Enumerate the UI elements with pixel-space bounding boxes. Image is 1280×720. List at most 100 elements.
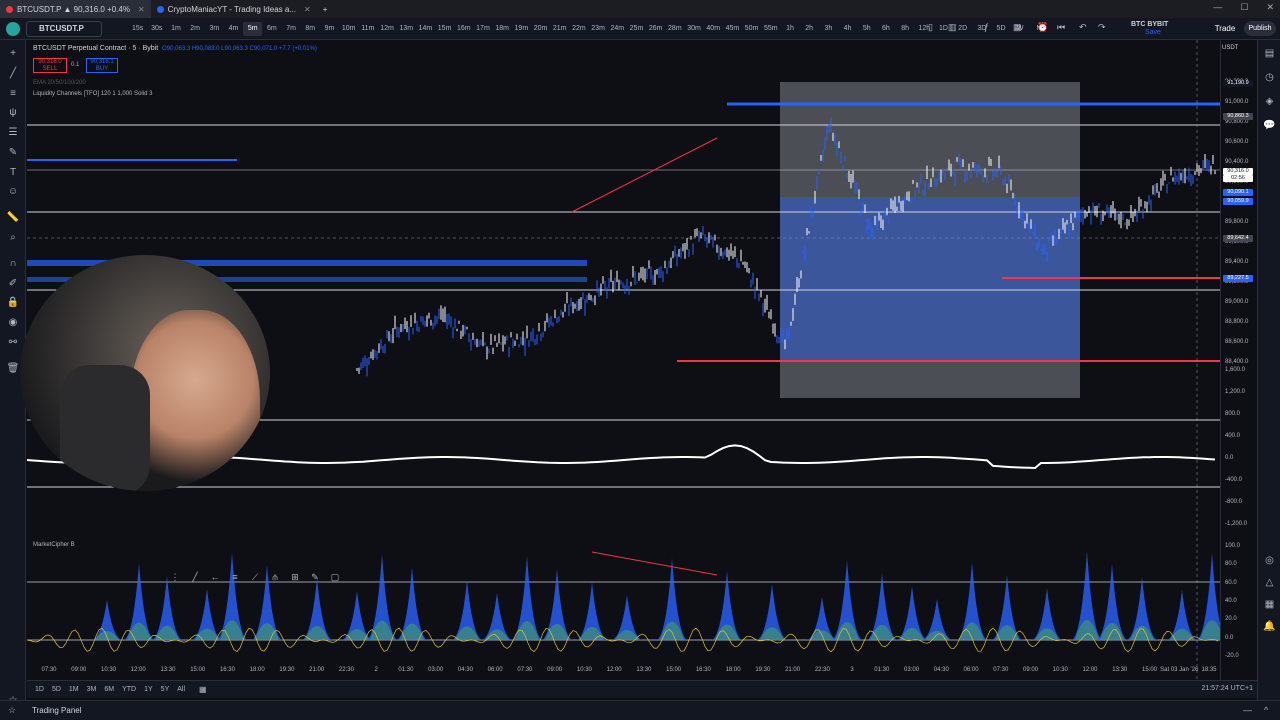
emoji-icon[interactable]: ☺	[0, 186, 26, 197]
expand-panel-icon[interactable]: ^	[1264, 705, 1268, 715]
range-1M[interactable]: 1M	[65, 686, 83, 693]
arrow-tool-icon[interactable]: ←	[207, 572, 223, 582]
timeframe-4h[interactable]: 4h	[838, 22, 857, 36]
timeframe-6h[interactable]: 6h	[876, 22, 895, 36]
timeframe-1m[interactable]: 1m	[166, 22, 185, 36]
gann-tool-icon[interactable]: ⊞	[287, 572, 303, 583]
fib-icon[interactable]: ☰	[0, 127, 26, 138]
chart-type-icon[interactable]: ▥	[948, 22, 957, 33]
timeframe-15s[interactable]: 15s	[128, 22, 147, 36]
close-icon[interactable]: ✕	[304, 5, 311, 14]
rect-tool-icon[interactable]: ▢	[327, 572, 343, 583]
timeframe-1h[interactable]: 1h	[780, 22, 799, 36]
range-3M[interactable]: 3M	[83, 686, 101, 693]
calendar-icon[interactable]: ▦	[199, 685, 207, 694]
exchange-selector[interactable]: BTC BYBIT Save	[1131, 21, 1168, 37]
new-tab-button[interactable]: +	[317, 0, 334, 18]
pattern-tool-icon[interactable]: ⟋	[247, 572, 263, 583]
lock-icon[interactable]: 🔒	[0, 297, 26, 308]
timeframe-6m[interactable]: 6m	[262, 22, 281, 36]
timeframe-9m[interactable]: 9m	[320, 22, 339, 36]
symbol-search-input[interactable]: BTCUSDT.P	[26, 20, 102, 37]
fork-tool-icon[interactable]: ⫛	[267, 572, 283, 583]
price-axis[interactable]: 91,200.091,000.090,800.090,600.090,400.0…	[1220, 40, 1257, 680]
watchlist-icon[interactable]: ▤	[1258, 48, 1280, 59]
timeframe-30s[interactable]: 30s	[147, 22, 166, 36]
timeframe-17m[interactable]: 17m	[473, 22, 492, 36]
ruler-icon[interactable]: 📏	[0, 212, 26, 223]
timeframe-50m[interactable]: 50m	[742, 22, 761, 36]
replay-icon[interactable]: ⏮	[1057, 22, 1065, 33]
range-All[interactable]: All	[173, 686, 189, 693]
range-5Y[interactable]: 5Y	[157, 686, 174, 693]
liquidity-indicator-label[interactable]: Liquidity Channels [TFO] 120 1 1,000 Sol…	[33, 91, 152, 97]
timeframe-14m[interactable]: 14m	[416, 22, 435, 36]
timeframe-30m[interactable]: 30m	[684, 22, 703, 36]
timeframe-20m[interactable]: 20m	[531, 22, 550, 36]
publish-button[interactable]: Publish	[1244, 21, 1276, 36]
candles-icon[interactable]: ▯	[928, 22, 933, 33]
eye-icon[interactable]: ◉	[0, 317, 26, 328]
timeframe-5h[interactable]: 5h	[857, 22, 876, 36]
calendar-icon[interactable]: ▦	[1258, 599, 1280, 610]
timeframe-2m[interactable]: 2m	[186, 22, 205, 36]
buy-button[interactable]: 90,316.1 BUY	[86, 58, 118, 73]
timeframe-10m[interactable]: 10m	[339, 22, 358, 36]
timeframe-40m[interactable]: 40m	[704, 22, 723, 36]
timeframe-16m[interactable]: 16m	[454, 22, 473, 36]
timeframe-5D[interactable]: 5D	[991, 22, 1010, 36]
timeframe-22m[interactable]: 22m	[569, 22, 588, 36]
timeframe-25m[interactable]: 25m	[627, 22, 646, 36]
minimize-panel-icon[interactable]: —	[1243, 705, 1252, 715]
lines-tool-icon[interactable]: ≡	[227, 572, 243, 582]
zoom-icon[interactable]: ⌕	[0, 232, 26, 243]
timeframe-26m[interactable]: 26m	[646, 22, 665, 36]
timeframe-13m[interactable]: 13m	[397, 22, 416, 36]
timeframe-19m[interactable]: 19m	[512, 22, 531, 36]
timeframe-11m[interactable]: 11m	[358, 22, 377, 36]
timeframe-28m[interactable]: 28m	[665, 22, 684, 36]
timeframe-18m[interactable]: 18m	[493, 22, 512, 36]
range-YTD[interactable]: YTD	[118, 686, 140, 693]
sell-button[interactable]: 90,316.0 SELL	[33, 58, 67, 73]
drag-handle-icon[interactable]: ⋮	[167, 572, 183, 583]
layers-icon[interactable]: ◈	[1258, 96, 1280, 107]
trendline-icon[interactable]: ╱	[0, 68, 26, 79]
timeframe-4m[interactable]: 4m	[224, 22, 243, 36]
currency-label[interactable]: USDT	[1222, 45, 1238, 51]
maximize-icon[interactable]: ☐	[1240, 2, 1248, 13]
timeframe-21m[interactable]: 21m	[550, 22, 569, 36]
ema-indicator-label[interactable]: EMA 20/50/100/200	[33, 80, 86, 86]
timeframe-3h[interactable]: 3h	[819, 22, 838, 36]
timeframe-8m[interactable]: 8m	[301, 22, 320, 36]
star-icon[interactable]: ☆	[8, 705, 16, 716]
timeframe-15m[interactable]: 15m	[435, 22, 454, 36]
timeframe-55m[interactable]: 55m	[761, 22, 780, 36]
time-axis[interactable]: 07:30 09:00 10:30 12:00 13:30 15:00 16:30 18:00…	[27, 664, 1220, 676]
notifications-icon[interactable]: 🔔	[1258, 621, 1280, 632]
target-icon[interactable]: ◎	[1258, 555, 1280, 566]
alerts-clock-icon[interactable]: ◷	[1258, 72, 1280, 83]
range-6M[interactable]: 6M	[100, 686, 118, 693]
timeframe-2h[interactable]: 2h	[800, 22, 819, 36]
timeframe-24m[interactable]: 24m	[608, 22, 627, 36]
ideas-icon[interactable]: △	[1258, 577, 1280, 588]
text-icon[interactable]: T	[0, 167, 26, 178]
timeframe-23m[interactable]: 23m	[589, 22, 608, 36]
clock[interactable]: 21:57:24 UTC+1	[1201, 685, 1253, 692]
chat-icon[interactable]: 💬	[1258, 120, 1280, 131]
alert-icon[interactable]: ⏰	[1037, 22, 1048, 33]
logo-icon[interactable]	[6, 22, 20, 36]
line-tool-icon[interactable]: ╱	[187, 572, 203, 583]
redo-icon[interactable]: ↷	[1098, 22, 1106, 33]
layout-icon[interactable]: ▦	[1013, 22, 1022, 33]
timeframe-12m[interactable]: 12m	[377, 22, 396, 36]
timeframe-8h[interactable]: 8h	[896, 22, 915, 36]
timeframe-45m[interactable]: 45m	[723, 22, 742, 36]
browser-tab-chart[interactable]: BTCUSDT.P ▲ 90,316.0 +0.4% ✕	[0, 0, 151, 18]
close-icon[interactable]: ✕	[1266, 2, 1274, 13]
timeframe-5m[interactable]: 5m	[243, 21, 263, 36]
magnet-icon[interactable]: ∩	[0, 258, 26, 269]
brush-icon[interactable]: ✎	[0, 147, 26, 158]
range-1D[interactable]: 1D	[31, 686, 48, 693]
